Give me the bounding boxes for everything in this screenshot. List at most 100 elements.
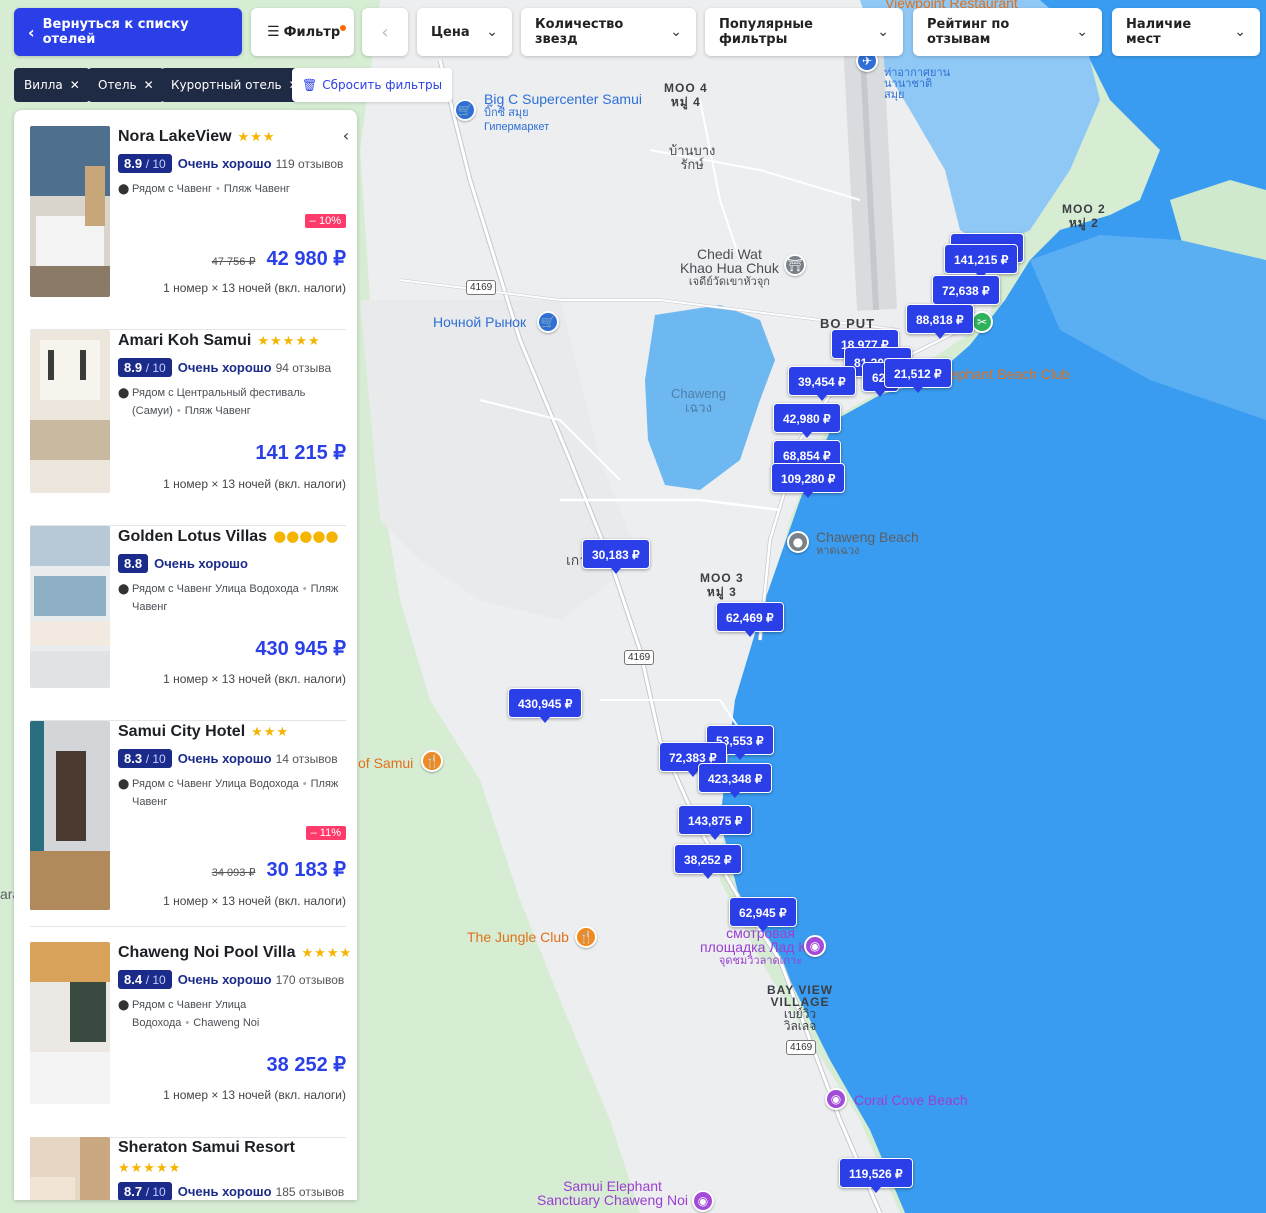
beach-icon[interactable]: ● [787,531,809,553]
nights-info: 1 номер × 13 ночей (вкл. налоги) [163,672,346,686]
chevron-down-icon: ⌄ [1234,24,1246,40]
map-label-jungle-club[interactable]: The Jungle Club [467,930,569,944]
price-pin[interactable]: 72,638 ₽ [932,275,1000,310]
hotel-card[interactable]: Nora LakeView ★★★ 8.9 / 10 Очень хорошо 1… [30,126,346,330]
hotel-name[interactable]: Chaweng Noi Pool Villa [118,944,296,961]
rating-dropdown[interactable]: Рейтинг по отзывам ⌄ [913,8,1102,56]
map-label-chaweng-beach[interactable]: Chaweng Beach หาดเฉวง [816,530,919,558]
price-pin[interactable]: 38,252 ₽ [674,844,742,879]
map-label-elephant-beach-club[interactable]: Elephant Beach Club [938,367,1070,381]
hotel-card[interactable]: Golden Lotus Villas ●●●●● 8.8 Очень хорош… [30,526,346,721]
filter-chip-villa[interactable]: Вилла ✕ [14,68,90,102]
restaurant-icon[interactable]: 🍴 [421,750,443,772]
reviews-count: 185 отзывов [275,1184,345,1199]
price-pin[interactable]: 39,454 ₽ [788,366,856,401]
price-pin[interactable]: 109,280 ₽ [771,463,846,498]
star-rating: ★★★ [237,130,276,145]
old-price: 34 093 ₽ [211,867,256,879]
price-pin[interactable]: 88,818 ₽ [906,304,974,339]
price-pin[interactable]: 30,183 ₽ [582,539,650,574]
map-label-airport: ท่าอากาศยาน นานาชาติ สมุย [884,67,951,101]
hotel-photo[interactable] [30,526,110,688]
hotel-name[interactable]: Sheraton Samui Resort [118,1139,295,1156]
price-pin[interactable]: 42,980 ₽ [773,403,841,438]
map-label-roof-of-samui[interactable]: of Samui [358,756,413,770]
chevron-down-icon: ⌄ [1076,24,1088,40]
location-pin-icon: ⬤ [118,1000,130,1011]
shopping-cart-icon[interactable]: 🛒 [454,99,476,121]
hotel-photo[interactable] [30,330,110,493]
score-badge: 8.8 [118,554,149,573]
map-label-chedi[interactable]: Chedi Wat Khao Hua Chuk เจดีย์วัดเขาหัวจุ… [680,247,779,289]
map-label-bangrak: บ้านบาง รักษ์ [669,143,716,172]
price-pin[interactable]: 62,945 ₽ [729,897,797,932]
hotel-card[interactable]: Sheraton Samui Resort ★★★★★ 8.7 / 10 Оче… [30,1137,346,1200]
price-pin[interactable]: 141,215 ₽ [944,244,1019,279]
camera-icon[interactable]: ◉ [804,935,826,957]
verdict: Очень хорошо [177,156,272,171]
hotel-list-panel[interactable]: ‹ Nora LakeView ★★★ 8.9 / 10 Очень хорошо… [14,110,357,1200]
reset-filters-label: Сбросить фильтры [322,78,443,92]
map-label-chaweng-lake: Chaweng เฉวง [671,386,726,415]
map-label-moo3: MOO 3 หมู่ 3 [700,571,744,599]
hotel-photo[interactable] [30,1137,110,1200]
star-rating: ★★★ [251,725,290,740]
stars-dropdown-label: Количество звезд [535,17,624,47]
price-pin[interactable]: 119,526 ₽ [839,1158,913,1193]
chevron-down-icon: ⌄ [486,24,498,40]
hotel-photo[interactable] [30,721,110,910]
reset-filters-button[interactable]: 🗑 Сбросить фильтры [292,68,453,102]
circle-rating: ●●●●● [273,527,339,545]
map-label-bigc[interactable]: Big C Supercenter Samui บิ๊กซี สมุย Гипе… [484,92,642,134]
filter-chip-hotel[interactable]: Отель ✕ [88,68,164,102]
temple-icon[interactable]: ⛩ [784,254,806,276]
hotel-card[interactable]: Samui City Hotel ★★★ 8.3 / 10 Очень хорош… [30,721,346,927]
chevron-down-icon: ⌄ [877,24,889,40]
price-pin[interactable]: 430,945 ₽ [508,688,583,723]
shopping-cart-icon[interactable]: 🛒 [537,311,559,333]
back-to-list-button[interactable]: ‹ Вернуться к списку отелей [14,8,242,56]
price-pin[interactable]: 21,512 ₽ [884,358,952,393]
hotel-photo[interactable] [30,126,110,297]
road-shield: 4169 [624,650,655,665]
camera-icon[interactable]: ◉ [692,1190,714,1212]
hotel-card[interactable]: Chaweng Noi Pool Villa ★★★★ 8.4 / 10 Очен… [30,942,351,1138]
chevron-left-icon: ‹ [28,22,35,42]
camera-icon[interactable]: ◉ [825,1088,847,1110]
map-label-moo2: MOO 2 หมู่ 2 [1062,202,1106,230]
prev-button[interactable]: ‹ [362,8,408,56]
discount-badge: – 11% [305,826,346,840]
availability-dropdown[interactable]: Наличие мест ⌄ [1112,8,1260,56]
sports-icon[interactable]: ✂ [971,311,993,333]
filter-icon: ☰ [267,24,280,40]
price: 30 183 ₽ [266,859,346,881]
hotel-name[interactable]: Amari Koh Samui [118,332,251,349]
hotel-photo[interactable] [30,942,110,1104]
map-label-coral-cove[interactable]: Coral Cove Beach [854,1093,968,1107]
filter-label: Фильтр [283,24,341,40]
filter-chip-resort[interactable]: Курортный отель ✕ [161,68,309,102]
popular-filters-dropdown[interactable]: Популярные фильтры ⌄ [705,8,903,56]
stars-dropdown[interactable]: Количество звезд ⌄ [521,8,696,56]
reviews-count: 14 отзывов [275,751,338,766]
map-label-night-market[interactable]: Ночной Рынок [433,315,526,329]
hotel-name[interactable]: Golden Lotus Villas [118,528,267,545]
reviews-count: 170 отзывов [275,972,345,987]
price: 430 945 ₽ [255,638,346,660]
hotel-location: ⬤ Рядом с Центральный фестиваль (Самуи) •… [118,387,306,417]
map-label-viewpoint[interactable]: смотровая площадка Лад Кох จุดชมวิวลาดเกา… [700,926,821,968]
price-pin[interactable]: 62,469 ₽ [716,602,784,637]
close-icon[interactable]: ✕ [144,78,154,92]
filter-button[interactable]: ☰ Фильтр [251,8,354,56]
chip-label: Вилла [24,78,63,92]
close-icon[interactable]: ✕ [70,78,80,92]
price-dropdown[interactable]: Цена ⌄ [417,8,512,56]
hotel-card[interactable]: Amari Koh Samui ★★★★★ 8.9 / 10 Очень хоро… [30,330,346,526]
price-pin[interactable]: 143,875 ₽ [678,805,753,840]
map-label-elephant-sanctuary[interactable]: Samui Elephant Sanctuary Chaweng Noi [537,1179,688,1207]
hotel-name[interactable]: Samui City Hotel [118,723,245,740]
price-pin[interactable]: 423,348 ₽ [698,763,773,798]
road-shield: 4169 [786,1040,817,1055]
hotel-name[interactable]: Nora LakeView [118,128,232,145]
restaurant-icon[interactable]: 🍴 [575,926,597,948]
